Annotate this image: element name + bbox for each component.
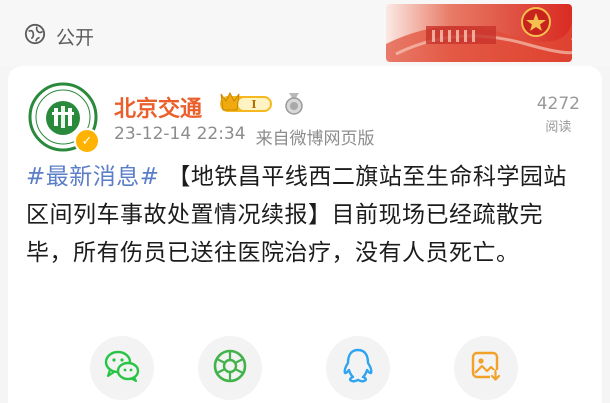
post-source: 来自微博网页版 <box>255 129 375 149</box>
visibility-indicator[interactable]: 公开 <box>24 22 94 50</box>
globe-icon <box>24 23 46 50</box>
save-image-button[interactable] <box>454 336 518 400</box>
top-bar: 公开 <box>0 0 610 66</box>
medal-badge-icon[interactable] <box>284 93 304 119</box>
visibility-label: 公开 <box>56 26 95 49</box>
share-moments-button[interactable] <box>198 336 262 400</box>
post-body: #最新消息# 【地铁昌平线西二旗站至生命科学园站区间列车事故处置情况续报】目前现… <box>26 158 578 272</box>
share-wechat-button[interactable] <box>90 336 154 400</box>
wechat-icon <box>103 349 141 387</box>
post-timestamp: 23-12-14 22:34 <box>114 124 246 144</box>
read-count-number: 4272 <box>536 94 580 114</box>
author-badges: I <box>218 91 304 120</box>
author-name[interactable]: 北京交通 <box>114 91 202 123</box>
post-meta: 23-12-14 22:34 来自微博网页版 <box>114 124 375 149</box>
save-image-icon <box>469 349 503 387</box>
read-count: 4272 阅读 <box>537 94 580 135</box>
vip-level-text: I <box>251 98 256 111</box>
festive-banner-image <box>386 4 572 62</box>
vip-crown-badge-icon[interactable]: I <box>218 91 276 120</box>
share-qq-button[interactable] <box>326 336 390 400</box>
read-count-label: 阅读 <box>545 120 572 135</box>
moments-icon <box>212 348 248 388</box>
weibo-post-card: ✓ 北京交通 I 23-12-14 22:34 来自微博网页版 4272 阅读 … <box>8 66 602 403</box>
hashtag-link[interactable]: #最新消息# <box>26 164 160 190</box>
qq-icon <box>341 347 375 389</box>
verified-badge-icon: ✓ <box>74 128 100 154</box>
